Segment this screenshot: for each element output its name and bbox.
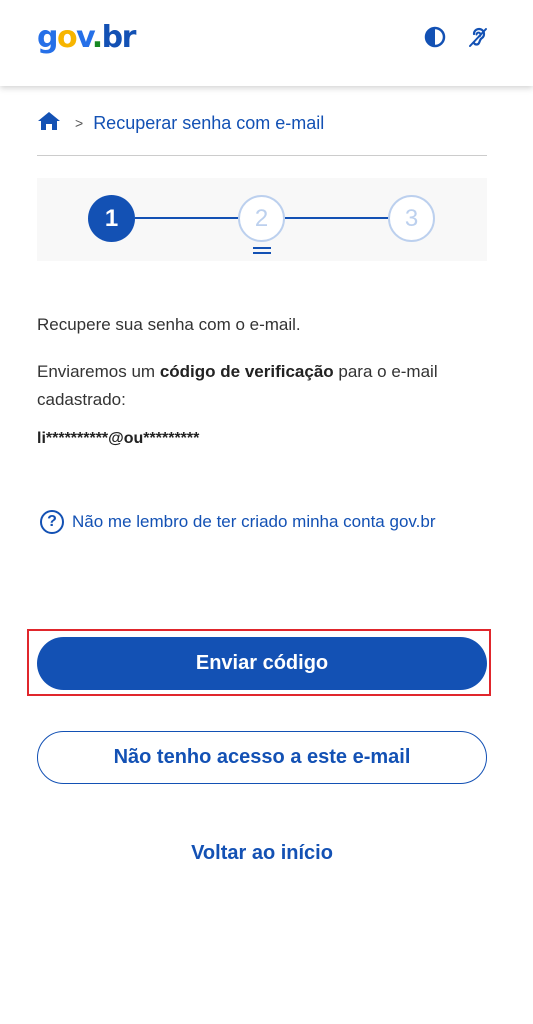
back-to-start-link[interactable]: Voltar ao início	[37, 836, 487, 870]
logo-dot: .	[91, 20, 103, 55]
accessibility-icon[interactable]	[465, 24, 491, 50]
intro-text: Recupere sua senha com o e-mail.	[37, 315, 301, 334]
step-2: 2	[238, 195, 285, 242]
stepper-menu-icon[interactable]	[253, 247, 271, 257]
step-connector-1	[135, 217, 239, 219]
header: gov.br	[0, 0, 533, 86]
masked-email: li**********@ou*********	[37, 430, 200, 447]
desc-part-1: Enviaremos um	[37, 362, 160, 381]
question-circle-icon: ?	[40, 510, 64, 534]
step-1: 1	[88, 195, 135, 242]
contrast-icon[interactable]	[422, 24, 448, 50]
govbr-logo[interactable]: gov.br	[37, 18, 137, 58]
help-link[interactable]: ? Não me lembro de ter criado minha cont…	[40, 510, 435, 534]
step-connector-2	[285, 217, 389, 219]
help-link-label: Não me lembro de ter criado minha conta …	[72, 512, 436, 531]
send-code-button[interactable]: Enviar código	[37, 637, 487, 690]
breadcrumb: > Recuperar senha com e-mail	[37, 108, 324, 138]
description-text: Enviaremos um código de verificação para…	[37, 358, 487, 414]
no-email-access-button[interactable]: Não tenho acesso a este e-mail	[37, 731, 487, 784]
divider	[37, 155, 487, 156]
logo-br: br	[101, 20, 137, 55]
logo-v: v	[76, 20, 93, 55]
logo-g: g	[37, 20, 58, 55]
breadcrumb-current: Recuperar senha com e-mail	[93, 112, 325, 133]
stepper: 1 2 3	[37, 178, 487, 261]
home-icon[interactable]	[37, 111, 61, 136]
breadcrumb-separator: >	[75, 115, 84, 131]
logo-o: o	[56, 20, 78, 55]
desc-bold: código de verificação	[159, 362, 334, 381]
step-3: 3	[388, 195, 435, 242]
